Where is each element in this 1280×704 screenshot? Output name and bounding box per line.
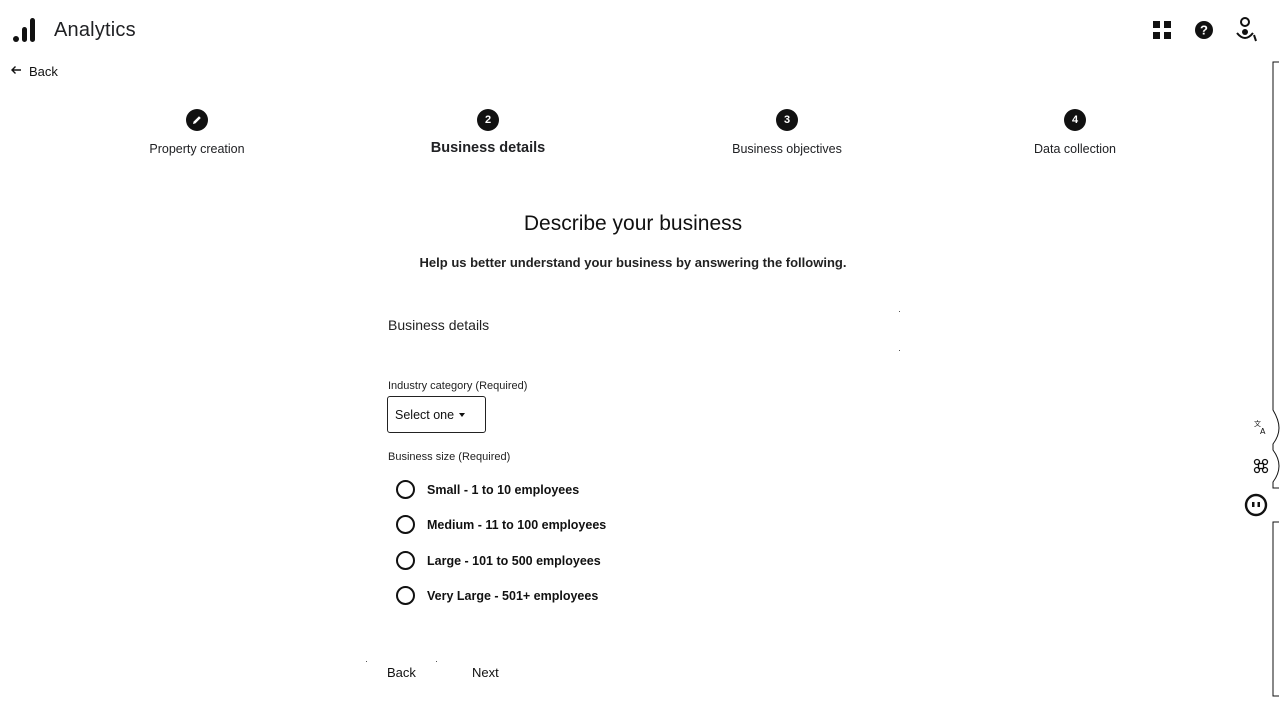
svg-text:A: A <box>1260 427 1266 435</box>
divider-dot <box>899 311 900 312</box>
business-size-label: Business size (Required) <box>388 451 511 463</box>
step-business-details[interactable]: 2 Business details <box>378 108 598 156</box>
radio-label: Medium - 11 to 100 employees <box>427 517 607 532</box>
step-property-creation[interactable]: Property creation <box>87 108 307 156</box>
top-app-bar: Analytics ? <box>0 0 1280 60</box>
radio-button[interactable] <box>396 515 415 534</box>
industry-category-value: Select one <box>395 407 455 422</box>
step-label: Property creation <box>149 142 245 156</box>
back-button[interactable]: Back <box>387 665 416 680</box>
back-link-label: Back <box>29 64 58 79</box>
command-icon[interactable] <box>1248 453 1274 479</box>
edit-icon <box>186 109 208 131</box>
step-number-badge: 2 <box>477 109 499 131</box>
radio-label: Large - 101 to 500 employees <box>427 553 601 568</box>
radio-label: Small - 1 to 10 employees <box>427 482 580 497</box>
account-avatar-icon[interactable] <box>1234 17 1258 42</box>
step-label: Business objectives <box>732 142 842 156</box>
page-title: Describe your business <box>523 212 743 235</box>
business-size-option-very-large[interactable]: Very Large - 501+ employees <box>396 586 598 605</box>
page-subtitle: Help us better understand your business … <box>419 255 847 270</box>
radio-button[interactable] <box>396 586 415 605</box>
analytics-logo-icon[interactable] <box>12 16 38 44</box>
business-size-option-medium[interactable]: Medium - 11 to 100 employees <box>396 515 606 534</box>
radio-button[interactable] <box>396 551 415 570</box>
step-number-badge: 3 <box>776 109 798 131</box>
business-size-option-small[interactable]: Small - 1 to 10 employees <box>396 480 579 499</box>
button-edge-dot <box>366 661 367 662</box>
radio-label: Very Large - 501+ employees <box>427 588 599 603</box>
arrow-back-icon <box>9 63 23 80</box>
button-edge-dot <box>436 661 437 662</box>
section-title: Business details <box>388 317 490 333</box>
apps-grid-icon[interactable] <box>1150 18 1174 42</box>
face-icon[interactable] <box>1243 492 1269 518</box>
translate-icon[interactable]: 文 A <box>1248 414 1274 440</box>
step-label: Data collection <box>1034 142 1116 156</box>
industry-category-select[interactable]: Select one <box>387 396 486 433</box>
step-data-collection[interactable]: 4 Data collection <box>965 108 1185 156</box>
side-panel-edge <box>1270 60 1280 700</box>
industry-category-label: Industry category (Required) <box>388 380 528 392</box>
caret-down-icon <box>459 412 466 417</box>
step-label: Business details <box>430 140 546 156</box>
help-icon[interactable]: ? <box>1192 18 1216 42</box>
setup-stepper: Property creation 2 Business details 3 B… <box>0 108 1280 168</box>
step-number-badge: 4 <box>1064 109 1086 131</box>
divider-dot <box>899 350 900 351</box>
app-title: Analytics <box>54 19 136 41</box>
svg-text:?: ? <box>1200 23 1208 38</box>
business-size-option-large[interactable]: Large - 101 to 500 employees <box>396 551 601 570</box>
next-button[interactable]: Next <box>472 665 499 680</box>
step-business-objectives[interactable]: 3 Business objectives <box>677 108 897 156</box>
radio-button[interactable] <box>396 480 415 499</box>
back-link[interactable]: Back <box>9 63 58 80</box>
